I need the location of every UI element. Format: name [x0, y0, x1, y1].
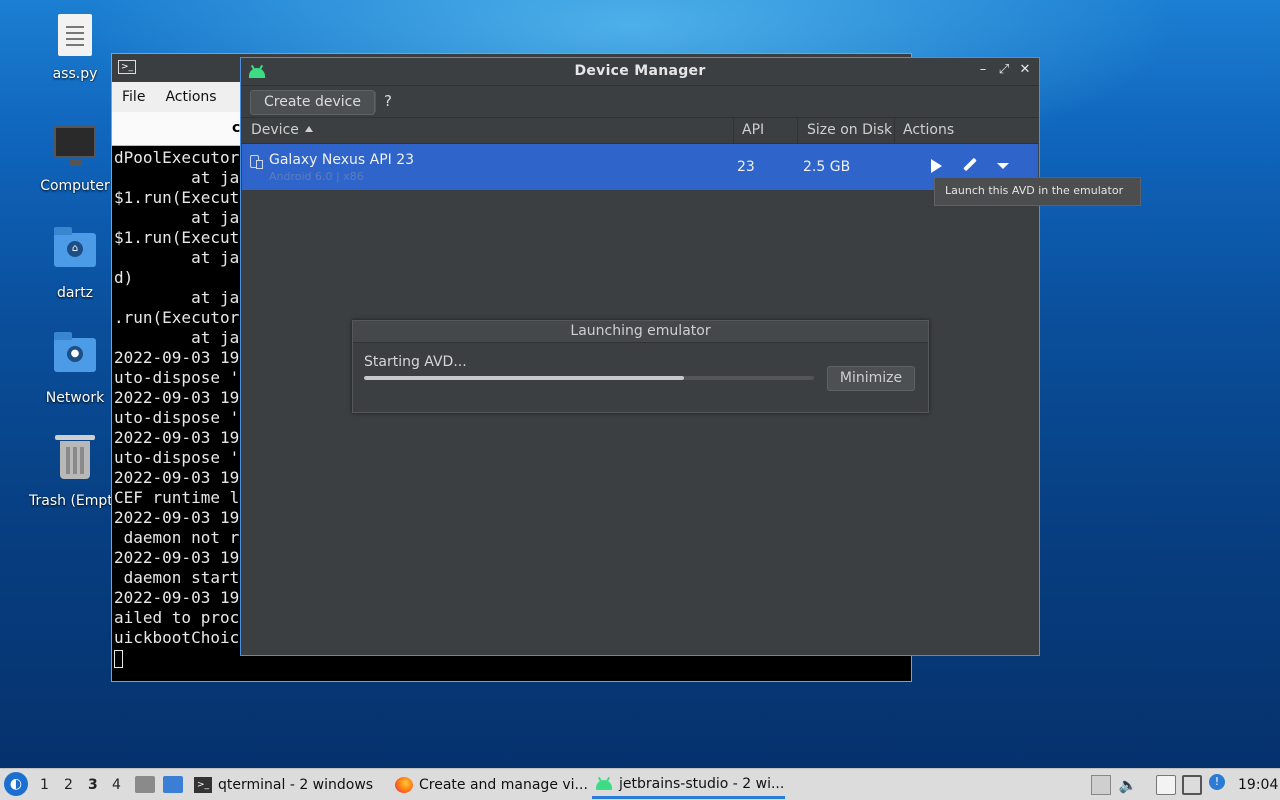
- column-separator[interactable]: [894, 118, 895, 144]
- clock[interactable]: 19:04: [1238, 777, 1278, 793]
- column-header-actions: Actions: [903, 122, 955, 138]
- menu-actions[interactable]: Actions: [155, 89, 226, 105]
- desktop-icon-trash[interactable]: Trash (Empty): [20, 435, 112, 509]
- dialog-title: Launching emulator: [353, 321, 928, 343]
- workspace-1[interactable]: 1: [40, 777, 49, 793]
- column-header-api[interactable]: API: [742, 122, 764, 138]
- task-firefox[interactable]: Create and manage vi...: [395, 771, 588, 799]
- menu-file[interactable]: File: [112, 89, 155, 105]
- minimize-dialog-button[interactable]: Minimize: [827, 366, 915, 391]
- device-manager-toolbar: Create device ?: [241, 86, 1039, 118]
- close-window-button[interactable]: ✕: [1019, 62, 1031, 77]
- progress-fill: [364, 376, 684, 380]
- workspace-3[interactable]: 3: [88, 777, 98, 793]
- monitor-icon: [52, 126, 98, 172]
- update-notification-icon[interactable]: !: [1209, 774, 1225, 790]
- column-header-size[interactable]: Size on Disk: [807, 122, 892, 138]
- show-desktop-icon[interactable]: [163, 776, 183, 793]
- clipboard-icon[interactable]: [1156, 775, 1176, 795]
- device-size: 2.5 GB: [803, 159, 851, 175]
- device-manager-window[interactable]: Device Manager – ⤢ ✕ Create device ? Dev…: [240, 57, 1040, 656]
- create-device-button[interactable]: Create device: [250, 90, 375, 115]
- toolbar-separator: [375, 92, 376, 112]
- sort-ascending-icon: [304, 126, 313, 132]
- task-jetbrains-studio[interactable]: jetbrains-studio - 2 wi...: [592, 771, 785, 799]
- device-name: Galaxy Nexus API 23: [269, 152, 415, 168]
- taskbar: ◐ 1 2 3 4 >_ qterminal - 2 windows Creat…: [0, 768, 1280, 800]
- table-row[interactable]: Galaxy Nexus API 23 Android 6.0 | x86 23…: [242, 144, 1038, 190]
- network-status-icon[interactable]: [1182, 775, 1202, 795]
- more-actions-chevron-down-icon[interactable]: [993, 156, 1013, 176]
- launch-avd-play-icon[interactable]: [926, 156, 946, 176]
- device-table-header: Device API Size on Disk Actions: [241, 118, 1039, 144]
- device-subtitle: Android 6.0 | x86: [269, 170, 364, 183]
- launching-emulator-dialog[interactable]: Launching emulator Starting AVD... Minim…: [352, 320, 929, 413]
- terminal-icon: >_: [118, 60, 136, 74]
- column-header-device-label: Device: [251, 122, 299, 138]
- launch-status-text: Starting AVD...: [364, 354, 467, 370]
- task-label: jetbrains-studio - 2 wi...: [619, 775, 785, 792]
- column-separator[interactable]: [797, 118, 798, 144]
- edit-avd-pencil-icon[interactable]: [960, 156, 980, 176]
- terminal-icon: >_: [194, 777, 212, 793]
- workspace-2[interactable]: 2: [64, 777, 73, 793]
- device-icon: [250, 155, 263, 169]
- device-manager-titlebar[interactable]: Device Manager – ⤢ ✕: [241, 58, 1039, 86]
- window-title: Device Manager: [574, 63, 706, 79]
- desktop: ass.py Computer ⌂ dartz ● Network Trash …: [0, 0, 1280, 768]
- column-separator[interactable]: [733, 118, 734, 144]
- desktop-icon-label: Trash (Empty): [29, 493, 112, 509]
- start-menu-icon[interactable]: ◐: [4, 772, 28, 796]
- launch-progress-bar: [364, 376, 814, 380]
- file-manager-icon[interactable]: [135, 776, 155, 793]
- maximize-window-button[interactable]: ⤢: [998, 62, 1010, 77]
- device-api: 23: [737, 159, 755, 175]
- firefox-icon: [395, 777, 413, 793]
- minimize-window-button[interactable]: –: [977, 62, 989, 77]
- task-label: Create and manage vi...: [419, 777, 588, 793]
- home-folder-icon: ⌂: [52, 227, 98, 279]
- workspace-4[interactable]: 4: [112, 777, 121, 793]
- help-button[interactable]: ?: [384, 92, 392, 110]
- column-header-device[interactable]: Device: [251, 122, 313, 138]
- android-icon: [595, 776, 613, 792]
- tray-up-arrow-icon[interactable]: [1091, 775, 1111, 795]
- terminal-text: dPoolExecutor at ja $1.run(Execut at ja …: [114, 148, 240, 647]
- task-qterminal[interactable]: >_ qterminal - 2 windows: [194, 771, 373, 799]
- task-label: qterminal - 2 windows: [218, 777, 374, 793]
- terminal-cursor: [114, 649, 123, 668]
- launch-avd-tooltip: Launch this AVD in the emulator: [934, 177, 1141, 206]
- network-folder-icon: ●: [52, 332, 98, 384]
- trash-icon: [52, 435, 98, 487]
- window-controls: – ⤢ ✕: [977, 62, 1031, 77]
- text-file-icon: [52, 14, 98, 60]
- volume-icon[interactable]: 🔈: [1118, 775, 1138, 795]
